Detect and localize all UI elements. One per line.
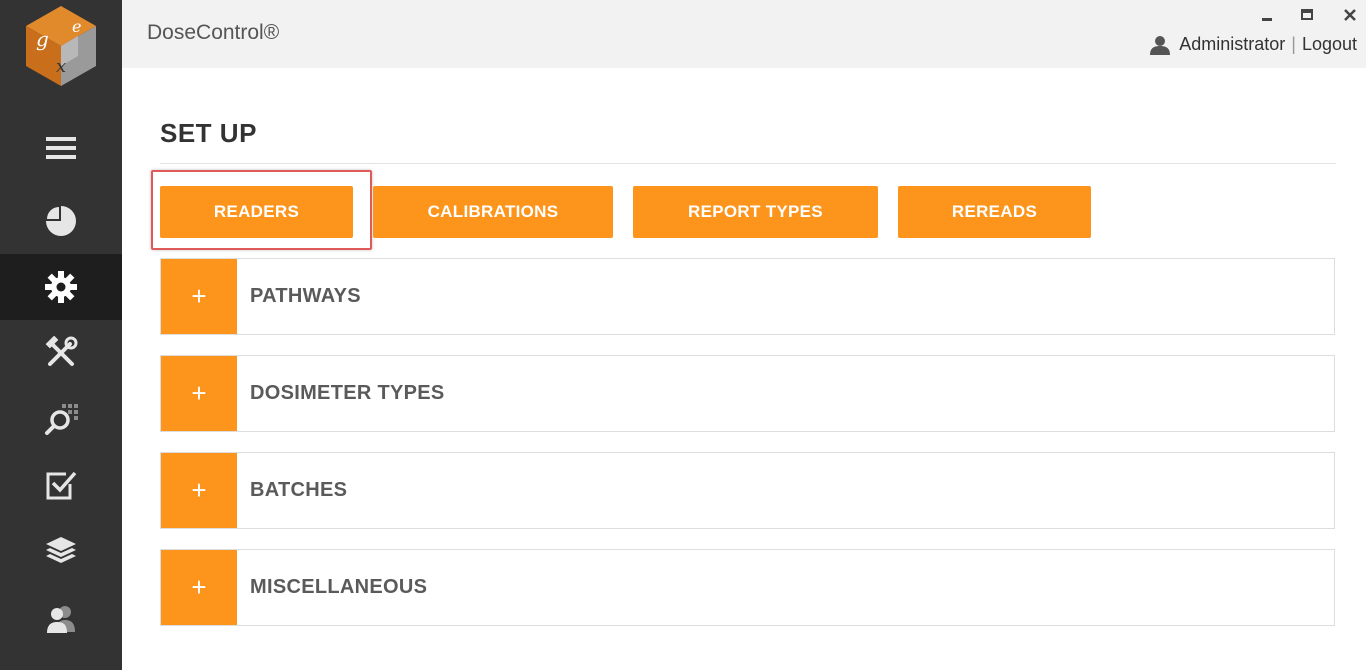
tools-icon <box>45 336 78 366</box>
svg-text:g: g <box>36 27 49 51</box>
panel-pathways[interactable]: + PATHWAYS <box>160 258 1335 335</box>
close-icon <box>1344 9 1356 21</box>
panel-title: BATCHES <box>250 479 348 501</box>
panel-dosimeter-types[interactable]: + DOSIMETER TYPES <box>160 355 1335 432</box>
pie-chart-icon <box>46 206 76 236</box>
panel-batches[interactable]: + BATCHES <box>160 452 1335 529</box>
logout-link[interactable]: Logout <box>1302 34 1357 55</box>
hamburger-menu-icon <box>46 137 76 159</box>
minimize-icon <box>1262 18 1272 21</box>
report-types-button[interactable]: REPORT TYPES <box>633 186 878 238</box>
nav-setup[interactable] <box>0 254 122 320</box>
panel-title: MISCELLANEOUS <box>250 576 428 598</box>
user-area: Administrator | Logout <box>1150 34 1357 55</box>
svg-text:e: e <box>72 17 81 36</box>
nav-review[interactable] <box>0 452 122 518</box>
expand-pathways-button[interactable]: + <box>161 259 237 334</box>
separator: | <box>1291 34 1296 54</box>
expand-miscellaneous-button[interactable]: + <box>161 550 237 625</box>
nav-users[interactable] <box>0 586 122 652</box>
sidebar: g e x <box>0 0 122 670</box>
page-title: SET UP <box>160 118 257 148</box>
nav-search[interactable] <box>0 386 122 452</box>
expand-dosimeter-types-button[interactable]: + <box>161 356 237 431</box>
username-label[interactable]: Administrator <box>1179 34 1285 55</box>
search-grid-icon <box>45 404 78 435</box>
svg-text:x: x <box>56 56 66 77</box>
readers-button[interactable]: READERS <box>160 186 353 238</box>
app-logo: g e x <box>22 4 100 88</box>
top-bar: DoseControl® Administrator | Logout <box>122 0 1366 68</box>
layers-icon <box>46 537 76 563</box>
app-title: DoseControl® <box>147 21 280 44</box>
close-button[interactable] <box>1339 4 1361 26</box>
nav-menu[interactable] <box>0 115 122 181</box>
panel-title: PATHWAYS <box>250 285 361 307</box>
minimize-button[interactable] <box>1256 4 1278 26</box>
users-icon <box>47 606 75 633</box>
maximize-icon <box>1301 9 1313 20</box>
nav-layers[interactable] <box>0 518 122 584</box>
divider <box>160 163 1336 164</box>
user-icon <box>1150 35 1171 55</box>
panel-miscellaneous[interactable]: + MISCELLANEOUS <box>160 549 1335 626</box>
nav-tools[interactable] <box>0 320 122 386</box>
expand-batches-button[interactable]: + <box>161 453 237 528</box>
panel-title: DOSIMETER TYPES <box>250 382 445 404</box>
gear-icon <box>45 271 77 303</box>
checkbox-icon <box>46 471 77 500</box>
rereads-button[interactable]: REREADS <box>898 186 1091 238</box>
nav-dashboard[interactable] <box>0 188 122 254</box>
maximize-button[interactable] <box>1296 4 1318 26</box>
calibrations-button[interactable]: CALIBRATIONS <box>373 186 613 238</box>
